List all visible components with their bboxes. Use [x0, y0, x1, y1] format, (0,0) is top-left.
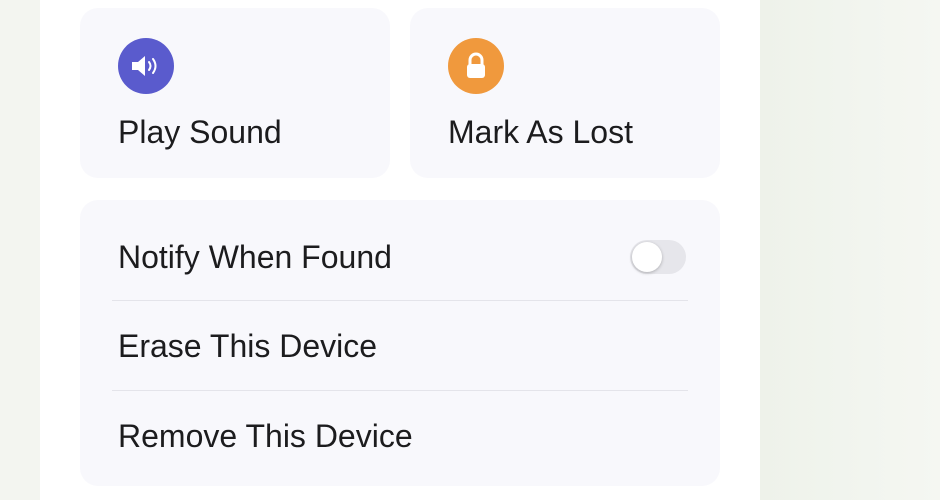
device-actions-panel: Play Sound Mark As Lost Notify When Foun… [40, 0, 760, 500]
play-sound-label: Play Sound [118, 114, 282, 150]
background-right [760, 0, 940, 500]
notify-when-found-row: Notify When Found [112, 212, 688, 302]
mark-as-lost-button[interactable]: Mark As Lost [410, 8, 720, 178]
erase-device-label: Erase This Device [118, 327, 378, 364]
erase-device-button[interactable]: Erase This Device [112, 300, 688, 391]
remove-device-button[interactable]: Remove This Device [112, 390, 688, 481]
lock-icon [448, 38, 504, 94]
toggle-knob [632, 242, 662, 272]
mark-as-lost-label: Mark As Lost [448, 114, 633, 150]
notify-when-found-label: Notify When Found [118, 238, 392, 275]
background-left [0, 0, 40, 500]
device-options-list: Notify When Found Erase This Device Remo… [80, 200, 720, 486]
remove-device-label: Remove This Device [118, 417, 413, 454]
play-sound-button[interactable]: Play Sound [80, 8, 390, 178]
notify-when-found-toggle[interactable] [630, 240, 686, 274]
speaker-icon [118, 38, 174, 94]
